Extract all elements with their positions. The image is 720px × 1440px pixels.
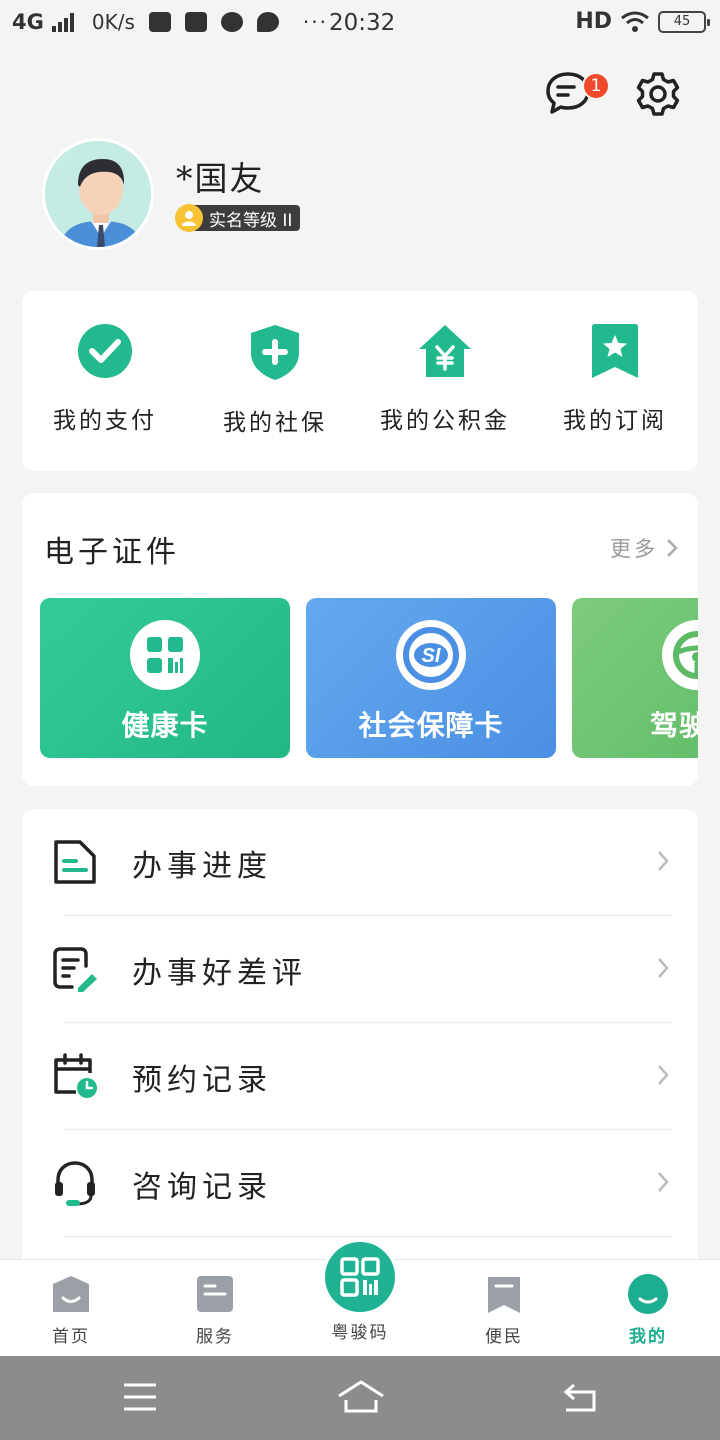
- user-badge-icon: [175, 204, 203, 232]
- bottom-tab-bar: 首页 服务 粤骏码 便民 我的: [0, 1238, 720, 1356]
- user-name: *国友: [176, 159, 265, 198]
- tab-label: 我的: [629, 1327, 667, 1347]
- network-speed: 0K/s: [91, 10, 135, 34]
- driving-license-card[interactable]: 驾驶: [572, 598, 698, 758]
- more-label: 更多: [610, 537, 658, 561]
- wechat-icon: [220, 12, 243, 32]
- chat-icon: [256, 12, 279, 32]
- check-circle-icon: [78, 324, 132, 378]
- hd-indicator: HD: [575, 9, 612, 34]
- house-yen-icon: [419, 325, 471, 377]
- health-card[interactable]: 健康卡: [40, 598, 290, 758]
- divider: [64, 1236, 672, 1237]
- menu-item-label: 办事进度: [132, 849, 272, 884]
- menu-item-progress[interactable]: 办事进度: [22, 809, 698, 916]
- chevron-right-icon: [658, 851, 669, 871]
- tab-label: 首页: [52, 1327, 90, 1347]
- quick-actions-card: 我的支付 我的社保 我的公积金 我的订阅: [22, 291, 698, 471]
- chevron-right-icon: [667, 539, 678, 557]
- quick-action-label: 我的订阅: [563, 408, 667, 434]
- quick-action-subscription[interactable]: 我的订阅: [535, 323, 695, 435]
- chevron-right-icon: [658, 958, 669, 978]
- message-count-badge: 1: [582, 72, 610, 100]
- services-menu-card: 办事进度 办事好差评 预约记录 咨询记录: [22, 809, 698, 1269]
- user-avatar-icon: [45, 141, 151, 247]
- review-edit-icon: [53, 947, 97, 992]
- tab-label: 便民: [485, 1327, 523, 1347]
- quick-action-social-insurance[interactable]: 我的社保: [195, 323, 355, 437]
- system-navigation-bar: [0, 1356, 720, 1440]
- bookmark-icon: [488, 1277, 520, 1313]
- health-code-icon: [130, 620, 200, 690]
- menu-item-label: 办事好差评: [132, 956, 307, 991]
- battery-icon: 45: [658, 10, 710, 33]
- menu-item-label: 预约记录: [132, 1063, 272, 1098]
- tab-services[interactable]: 服务: [170, 1274, 260, 1347]
- battery-level: 45: [673, 14, 691, 29]
- tab-label: 粤骏码: [331, 1323, 389, 1343]
- tab-label: 服务: [196, 1327, 234, 1347]
- verification-level-text: 实名等级 II: [209, 210, 293, 231]
- certificates-title: 电子证件: [44, 535, 180, 570]
- certificates-more-link[interactable]: 更多: [610, 533, 678, 563]
- notification-icon: [148, 12, 171, 32]
- quick-action-housing-fund[interactable]: 我的公积金: [365, 323, 525, 435]
- health-card-label: 健康卡: [121, 709, 209, 742]
- clock: 20:32: [329, 10, 396, 36]
- menu-item-label: 咨询记录: [132, 1170, 272, 1205]
- driving-license-card-label: 驾驶: [650, 709, 698, 742]
- menu-item-consultations[interactable]: 咨询记录: [22, 1130, 698, 1237]
- tab-mine[interactable]: 我的: [603, 1274, 693, 1347]
- mail-icon: [184, 12, 207, 32]
- quick-action-label: 我的公积金: [380, 408, 510, 434]
- tab-qr-code[interactable]: 粤骏码: [320, 1238, 400, 1343]
- more-notifications: ···: [302, 10, 328, 34]
- menu-item-appointments[interactable]: 预约记录: [22, 1023, 698, 1130]
- tab-home[interactable]: 首页: [26, 1274, 116, 1347]
- calendar-clock-icon: [54, 1053, 97, 1098]
- social-security-icon: SI: [396, 620, 466, 690]
- avatar[interactable]: [42, 138, 154, 250]
- menu-item-review[interactable]: 办事好差评: [22, 916, 698, 1023]
- network-type: 4G: [12, 10, 44, 34]
- signal-icon: [51, 12, 74, 32]
- profile-icon: [628, 1274, 668, 1314]
- quick-action-label: 我的社保: [223, 410, 327, 436]
- home-icon: [53, 1276, 89, 1312]
- quick-action-label: 我的支付: [53, 408, 157, 434]
- wifi-icon: [621, 11, 649, 32]
- headset-icon: [55, 1161, 95, 1206]
- gear-icon: [636, 72, 680, 116]
- tab-convenience[interactable]: 便民: [459, 1274, 549, 1347]
- steering-wheel-icon: [662, 620, 698, 690]
- menu-icon[interactable]: [122, 1382, 158, 1412]
- shield-plus-icon: [251, 325, 299, 380]
- quick-action-payment[interactable]: 我的支付: [25, 323, 185, 435]
- home-nav-icon[interactable]: [336, 1378, 386, 1414]
- chevron-right-icon: [658, 1172, 669, 1192]
- certificates-card: 电子证件 更多 健康卡 SI 社会保障卡 驾驶: [22, 493, 698, 786]
- bookmark-star-icon: [592, 324, 638, 378]
- status-bar: 4G 0K/s ··· 20:32 HD 45: [0, 0, 720, 50]
- svg-text:SI: SI: [422, 645, 441, 667]
- service-icon: [197, 1276, 233, 1312]
- social-security-card-label: 社会保障卡: [358, 709, 504, 742]
- qr-code-icon: [321, 1238, 399, 1316]
- chevron-right-icon: [658, 1065, 669, 1085]
- social-security-card[interactable]: SI 社会保障卡: [306, 598, 556, 758]
- settings-button[interactable]: [634, 70, 682, 118]
- verification-level-badge[interactable]: 实名等级 II: [175, 204, 301, 232]
- back-icon[interactable]: [560, 1382, 598, 1414]
- document-icon: [54, 840, 96, 884]
